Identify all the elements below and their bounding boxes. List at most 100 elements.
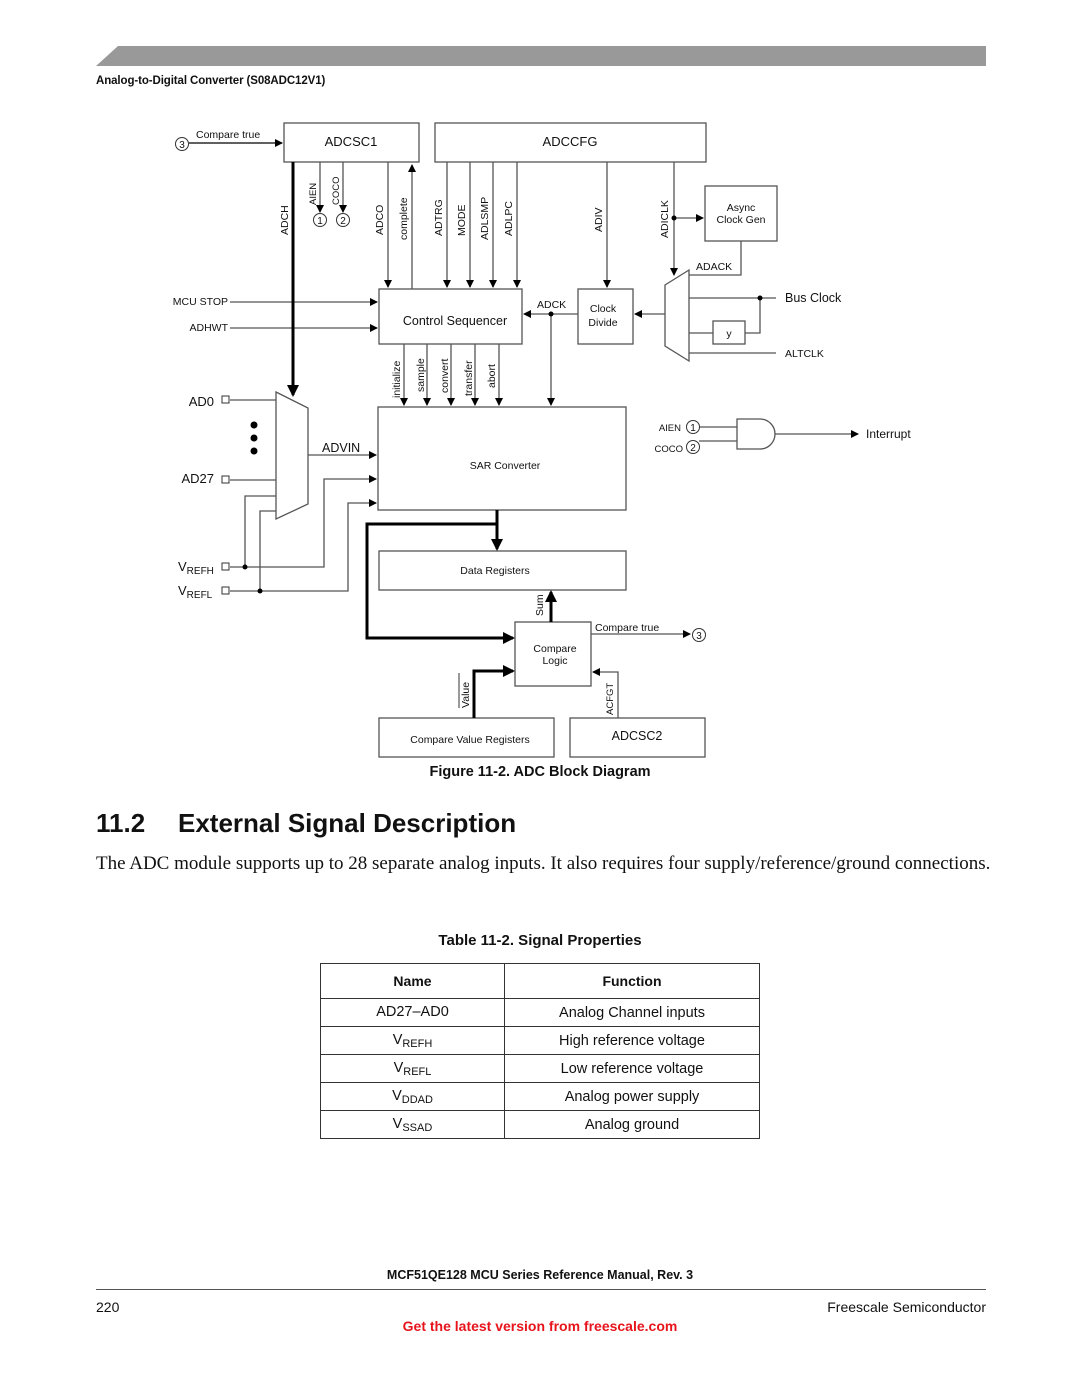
- mcu-stop-label: MCU STOP: [173, 296, 228, 308]
- compare-value-registers-label: Compare Value Registers: [410, 734, 529, 746]
- adck-label: ADCK: [537, 299, 566, 311]
- adco-label: ADCO: [374, 205, 386, 235]
- table-row: AD27–AD0 Analog Channel inputs: [320, 998, 760, 1027]
- adcsc2-label: ADCSC2: [612, 729, 663, 743]
- column-header-name: Name: [320, 963, 505, 999]
- pin-vrefl: [221, 586, 230, 595]
- coco-label: COCO: [331, 177, 342, 206]
- interrupt-label: Interrupt: [866, 427, 911, 441]
- convert-label: convert: [439, 358, 451, 393]
- compare-true-out-label: Compare true: [595, 622, 659, 634]
- column-header-function: Function: [504, 963, 760, 999]
- adch-label: ADCH: [279, 205, 291, 235]
- async-clock-gen-label: Clock Gen: [716, 214, 765, 226]
- compare-logic-label: Logic: [542, 655, 567, 667]
- ellipsis-dot: [250, 434, 258, 442]
- adlpc-label: ADLPC: [503, 201, 515, 236]
- y-label: y: [726, 328, 732, 340]
- junction-dot: [257, 588, 263, 594]
- altclk-label: ALTCLK: [785, 348, 824, 360]
- gate-aien-label: AIEN: [659, 423, 681, 434]
- pin-ad27: [221, 475, 230, 484]
- input-mux: [275, 390, 309, 521]
- adtrg-label: ADTRG: [433, 199, 445, 236]
- sum-label: Sum: [534, 594, 546, 616]
- adlsmp-label: ADLSMP: [479, 197, 491, 240]
- data-registers-label: Data Registers: [460, 565, 529, 577]
- sar-converter-label: SAR Converter: [470, 460, 541, 472]
- adhwt-label: ADHWT: [190, 322, 229, 334]
- table-row: VREFH High reference voltage: [320, 1026, 760, 1055]
- connector-label: 2: [690, 443, 696, 454]
- adiclk-label: ADICLK: [659, 200, 671, 238]
- initialize-label: initialize: [391, 360, 403, 398]
- junction-dot: [671, 215, 677, 221]
- and-gate: [736, 418, 776, 450]
- footer-manual-title: MCF51QE128 MCU Series Reference Manual, …: [386, 1268, 694, 1282]
- transfer-label: transfer: [463, 360, 475, 396]
- bus-clock-label: Bus Clock: [785, 291, 842, 305]
- adc-block-diagram: 3 1 2 1 2 3 ADCSC1 ADCCFG Async Clock Ge…: [173, 122, 911, 758]
- ellipsis-dot: [250, 447, 258, 455]
- table-row: VDDAD Analog power supply: [320, 1082, 760, 1111]
- sample-label: sample: [415, 358, 427, 392]
- signal-name: VREFH: [320, 1026, 505, 1055]
- clock-divide-label: Clock: [590, 303, 617, 315]
- signal-function: Analog ground: [504, 1110, 760, 1139]
- async-clock-gen-label: Async: [727, 202, 756, 214]
- signal-name: VREFL: [320, 1054, 505, 1083]
- pin-ad0: [221, 395, 230, 404]
- section-title: External Signal Description: [178, 808, 517, 838]
- sar-converter-box: [377, 406, 627, 511]
- table-row: VREFL Low reference voltage: [320, 1054, 760, 1083]
- connector-label: 2: [340, 216, 346, 227]
- ad27-label: AD27: [181, 471, 214, 486]
- connector-label: 1: [317, 216, 323, 227]
- table-row: VSSAD Analog ground: [320, 1110, 760, 1139]
- signal-function: High reference voltage: [504, 1026, 760, 1055]
- footer-divider: [96, 1289, 986, 1290]
- signal-function: Low reference voltage: [504, 1054, 760, 1083]
- junction-dot: [242, 564, 248, 570]
- gate-coco-label: COCO: [655, 444, 684, 455]
- junction-dot: [548, 311, 554, 317]
- pin-vrefh: [221, 562, 230, 571]
- vrefh-label: VREFH: [178, 559, 214, 577]
- ellipsis-dot: [250, 421, 258, 429]
- section-heading: 11.2 External Signal Description: [96, 808, 516, 839]
- signal-name: AD27–AD0: [320, 998, 505, 1027]
- abort-label: abort: [486, 364, 498, 388]
- signal-function: Analog Channel inputs: [504, 998, 760, 1027]
- connector-label: 3: [696, 631, 702, 642]
- table-caption: Table 11-2. Signal Properties: [438, 932, 642, 949]
- clock-mux: [664, 268, 690, 363]
- mode-label: MODE: [456, 205, 468, 237]
- control-sequencer-label: Control Sequencer: [403, 314, 507, 328]
- publisher-name: Freescale Semiconductor: [827, 1299, 986, 1315]
- connector-label: 3: [179, 140, 185, 151]
- signal-name: VSSAD: [320, 1110, 505, 1139]
- compare-logic-label: Compare: [533, 643, 576, 655]
- signal-properties-table: Name Function AD27–AD0 Analog Channel in…: [320, 963, 760, 1139]
- compare-true-in-label: Compare true: [196, 129, 260, 141]
- junction-dot: [757, 295, 763, 301]
- ad0-label: AD0: [189, 394, 214, 409]
- page-number: 220: [96, 1299, 120, 1315]
- adiv-label: ADIV: [593, 207, 605, 232]
- acfgt-label: ACFGT: [605, 683, 616, 715]
- section-paragraph: The ADC module supports up to 28 separat…: [96, 853, 991, 874]
- adack-label: ADACK: [696, 261, 732, 273]
- table-header-row: Name Function: [320, 963, 760, 999]
- value-label: Value: [460, 682, 472, 708]
- adcsc1-label: ADCSC1: [325, 134, 378, 149]
- aien-label: AIEN: [308, 183, 319, 205]
- section-number: 11.2: [96, 808, 146, 838]
- figure-caption: Figure 11-2. ADC Block Diagram: [429, 764, 651, 780]
- complete-label: complete: [398, 197, 410, 240]
- signal-name: VDDAD: [320, 1082, 505, 1111]
- adccfg-label: ADCCFG: [543, 134, 598, 149]
- signal-function: Analog power supply: [504, 1082, 760, 1111]
- advin-label: ADVIN: [322, 441, 360, 455]
- latest-version-link[interactable]: Get the latest version from freescale.co…: [0, 1318, 1080, 1334]
- connector-label: 1: [690, 423, 696, 434]
